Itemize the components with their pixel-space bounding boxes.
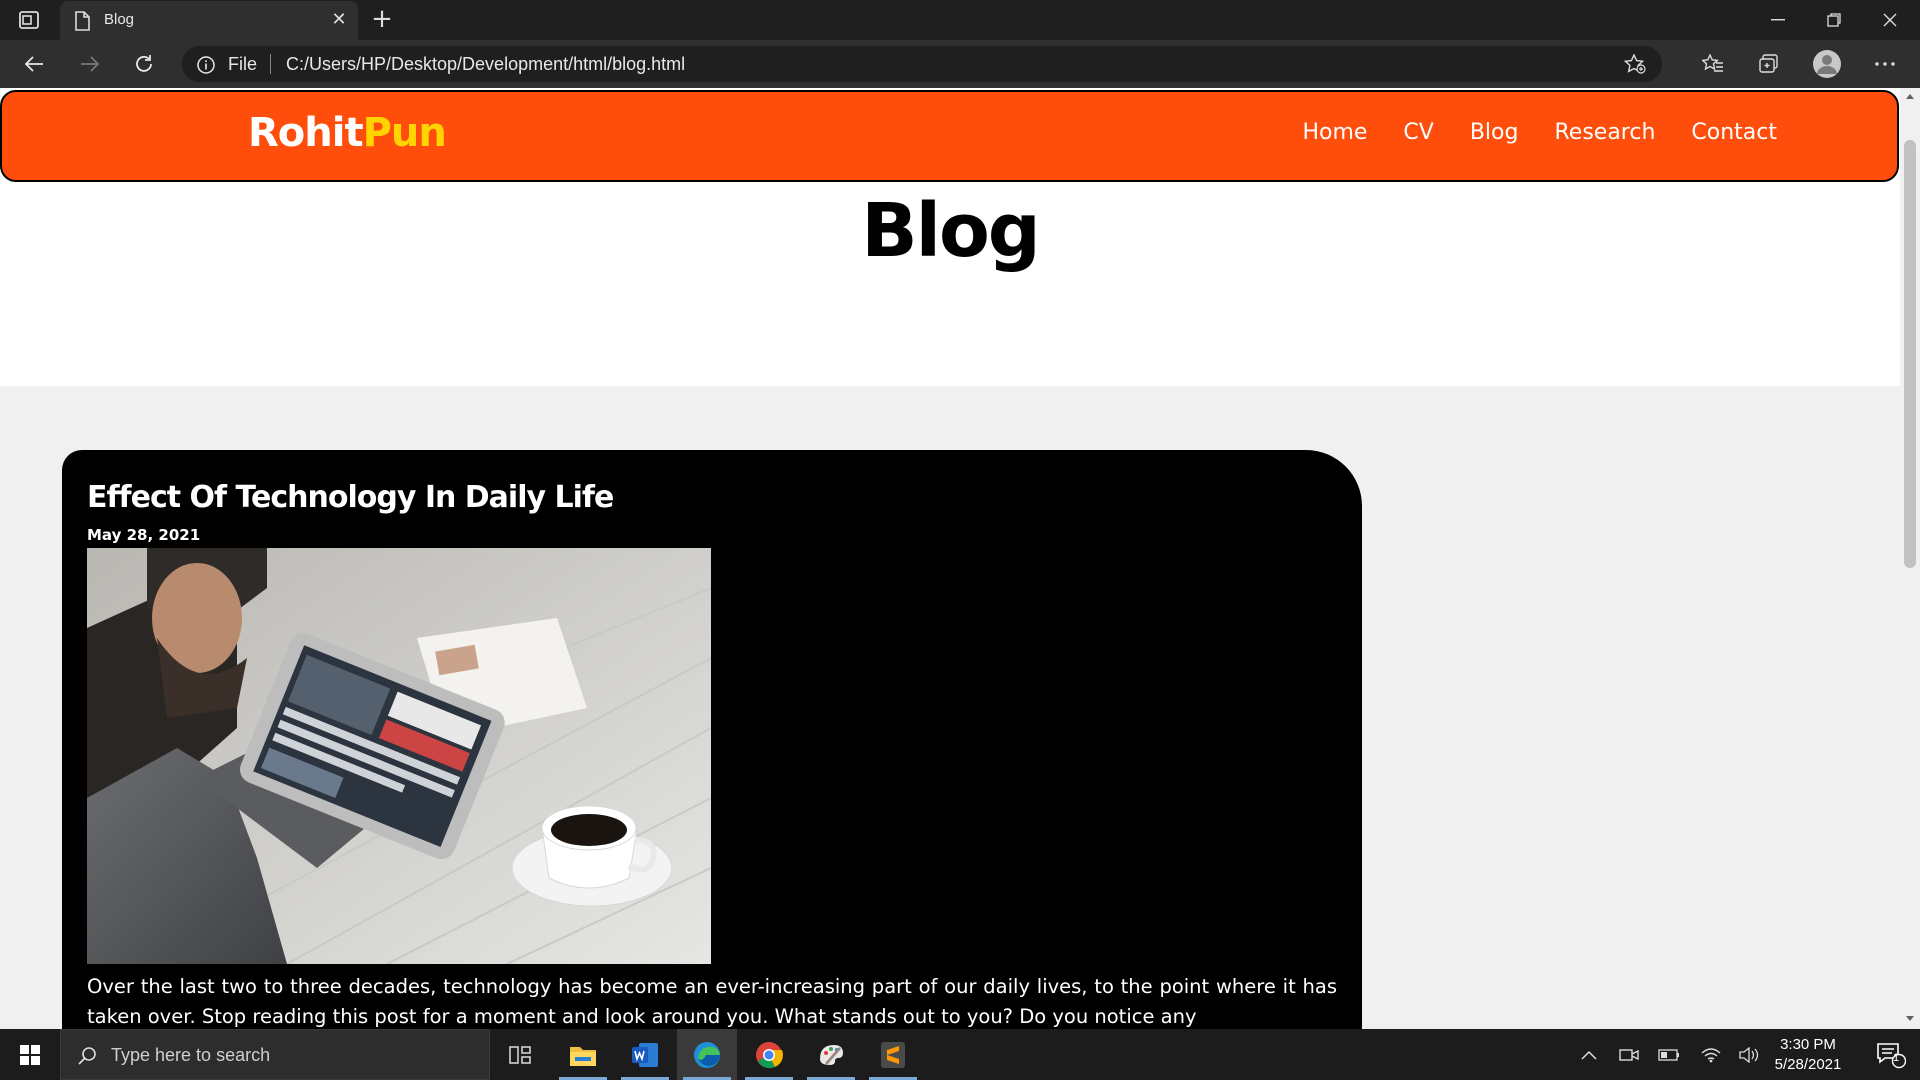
url-text[interactable]: C:/Users/HP/Desktop/Development/html/blo… — [286, 54, 685, 75]
search-icon — [77, 1046, 97, 1070]
page-title: Blog — [861, 188, 1041, 274]
nav-link-cv[interactable]: CV — [1403, 120, 1433, 145]
minimize-icon[interactable] — [1750, 0, 1806, 40]
new-tab-button[interactable]: + — [368, 6, 396, 34]
scroll-thumb[interactable] — [1904, 140, 1916, 568]
search-placeholder: Type here to search — [111, 1045, 271, 1065]
address-divider — [270, 54, 271, 74]
address-bar[interactable]: File C:/Users/HP/Desktop/Development/htm… — [182, 46, 1662, 82]
volume-icon[interactable] — [1732, 1029, 1766, 1080]
tab-actions-icon[interactable] — [18, 10, 40, 30]
page-viewport: RohitPun Home CV Blog Research Contact B… — [0, 88, 1900, 1029]
site-navbar: RohitPun Home CV Blog Research Contact — [0, 90, 1899, 182]
logo-part-pun: Pun — [362, 110, 447, 156]
chrome-icon[interactable] — [739, 1029, 799, 1080]
add-favorite-icon[interactable] — [1623, 53, 1646, 78]
meet-now-icon[interactable] — [1612, 1029, 1646, 1080]
post-body: Over the last two to three decades, tech… — [87, 975, 1337, 1028]
tab-title: Blog — [104, 11, 135, 28]
taskbar-search-box[interactable]: Type here to search — [60, 1029, 490, 1080]
wifi-icon[interactable] — [1694, 1029, 1728, 1080]
nav-link-research[interactable]: Research — [1554, 120, 1655, 145]
nav-link-home[interactable]: Home — [1302, 120, 1367, 145]
logo-part-rohit: Rohit — [248, 110, 364, 156]
page-icon — [74, 11, 90, 35]
page-header-section: RohitPun Home CV Blog Research Contact B… — [0, 88, 1900, 386]
post-title[interactable]: Effect Of Technology In Daily Life — [87, 480, 614, 515]
battery-icon[interactable] — [1652, 1029, 1686, 1080]
site-logo[interactable]: RohitPun — [248, 110, 447, 156]
post-image — [87, 548, 711, 964]
clock-date: 5/28/2021 — [1774, 1056, 1842, 1073]
post-date: May 28, 2021 — [87, 526, 201, 544]
more-options-icon[interactable] — [1868, 48, 1902, 80]
edge-icon[interactable] — [677, 1029, 737, 1080]
scroll-down-arrow-icon[interactable] — [1906, 1016, 1914, 1021]
collections-icon[interactable] — [1752, 48, 1786, 80]
sublime-text-icon[interactable] — [863, 1029, 923, 1080]
info-icon[interactable] — [196, 55, 216, 79]
url-scheme-label: File — [228, 54, 258, 74]
nav-links: Home CV Blog Research Contact — [1302, 120, 1777, 145]
restore-icon[interactable] — [1806, 0, 1862, 40]
nav-link-blog[interactable]: Blog — [1470, 120, 1519, 145]
blog-post-card: Effect Of Technology In Daily Life May 2… — [62, 450, 1362, 1029]
clock-time: 3:30 PM — [1780, 1036, 1836, 1053]
forward-arrow-icon[interactable] — [74, 48, 106, 80]
tab-strip: Blog ✕ + — [0, 0, 1920, 40]
windows-taskbar: Type here to search 3:30 PM 5/28/2021 1 — [0, 1029, 1920, 1080]
task-view-icon[interactable] — [490, 1029, 550, 1080]
scroll-up-arrow-icon[interactable] — [1906, 94, 1914, 99]
paint-icon[interactable] — [801, 1029, 861, 1080]
profile-avatar-icon[interactable] — [1810, 48, 1844, 80]
word-icon[interactable] — [615, 1029, 675, 1080]
file-explorer-icon[interactable] — [553, 1029, 613, 1080]
browser-toolbar: File C:/Users/HP/Desktop/Development/htm… — [0, 40, 1920, 88]
nav-link-contact[interactable]: Contact — [1691, 120, 1777, 145]
close-window-icon[interactable] — [1862, 0, 1918, 40]
favorites-icon[interactable] — [1696, 48, 1730, 80]
windows-start-icon[interactable] — [0, 1029, 60, 1080]
refresh-icon[interactable] — [128, 48, 160, 80]
action-center-icon[interactable]: 1 — [1862, 1029, 1920, 1080]
close-tab-icon[interactable]: ✕ — [328, 9, 350, 31]
vertical-scrollbar[interactable] — [1900, 88, 1920, 1029]
tab-blog[interactable]: Blog ✕ — [60, 1, 358, 40]
notification-count-badge: 1 — [1893, 1052, 1900, 1064]
show-hidden-icons-icon[interactable] — [1572, 1029, 1606, 1080]
back-arrow-icon[interactable] — [18, 48, 50, 80]
taskbar-clock[interactable]: 3:30 PM 5/28/2021 — [1762, 1035, 1854, 1075]
